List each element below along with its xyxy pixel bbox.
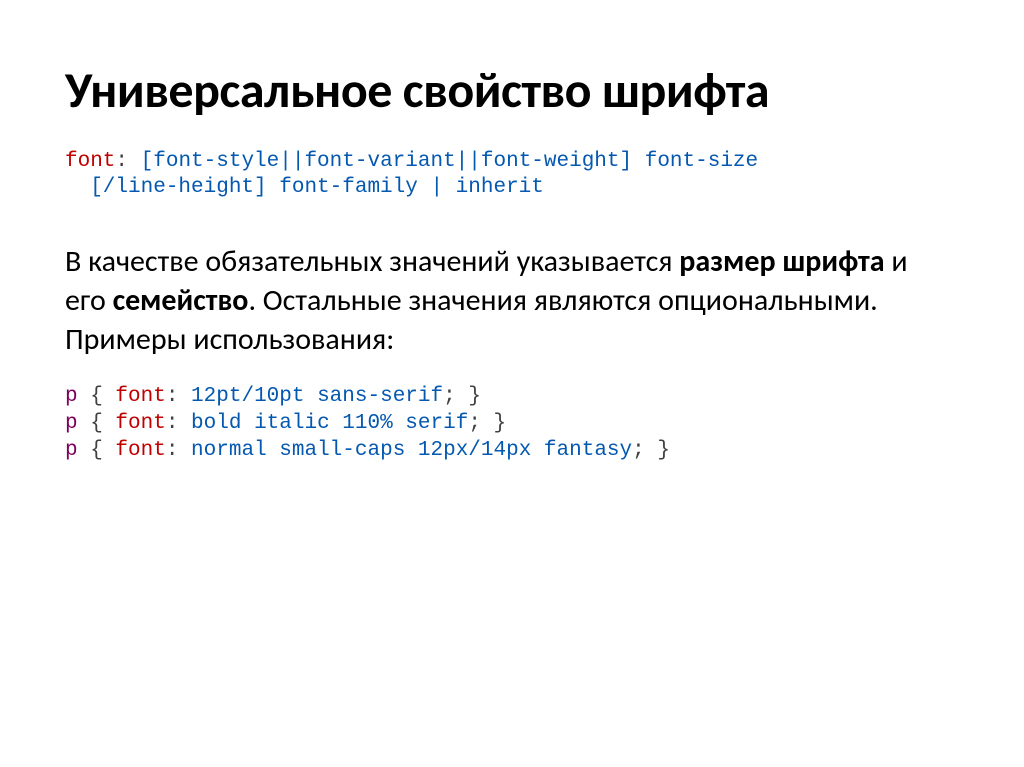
- example-property: font: [115, 385, 165, 408]
- example-selector: p: [65, 385, 78, 408]
- example-value: bold italic 110% serif: [178, 412, 468, 435]
- example-property: font: [115, 412, 165, 435]
- example-selector: p: [65, 412, 78, 435]
- description-paragraph: В качестве обязательных значений указыва…: [65, 242, 945, 359]
- example-property: font: [115, 439, 165, 462]
- slide: Универсальное свойство шрифта font: [fon…: [0, 0, 1024, 464]
- example-lbrace: {: [78, 385, 116, 408]
- syntax-line1: [font-style||font-variant||font-weight] …: [128, 150, 758, 173]
- syntax-line2: [/line-height] font-family | inherit: [65, 176, 544, 199]
- example-rbrace: ; }: [443, 385, 481, 408]
- example-colon: :: [166, 439, 179, 462]
- example-colon: :: [166, 385, 179, 408]
- syntax-block: font: [font-style||font-variant||font-we…: [65, 149, 974, 202]
- example-value: normal small-caps 12px/14px fantasy: [178, 439, 632, 462]
- example-colon: :: [166, 412, 179, 435]
- example-rbrace: ; }: [468, 412, 506, 435]
- syntax-property: font: [65, 150, 115, 173]
- para-bold-2: семейство: [113, 282, 249, 319]
- example-lbrace: {: [78, 439, 116, 462]
- syntax-colon: :: [115, 150, 128, 173]
- page-title: Универсальное свойство шрифта: [65, 60, 974, 121]
- example-value: 12pt/10pt sans-serif: [178, 385, 443, 408]
- examples-block: p { font: 12pt/10pt sans-serif; } p { fo…: [65, 383, 974, 465]
- example-selector: p: [65, 439, 78, 462]
- para-bold-1: размер шрифта: [679, 243, 884, 280]
- example-rbrace: ; }: [632, 439, 670, 462]
- example-lbrace: {: [78, 412, 116, 435]
- para-text-1: В качестве обязательных значений указыва…: [65, 243, 679, 280]
